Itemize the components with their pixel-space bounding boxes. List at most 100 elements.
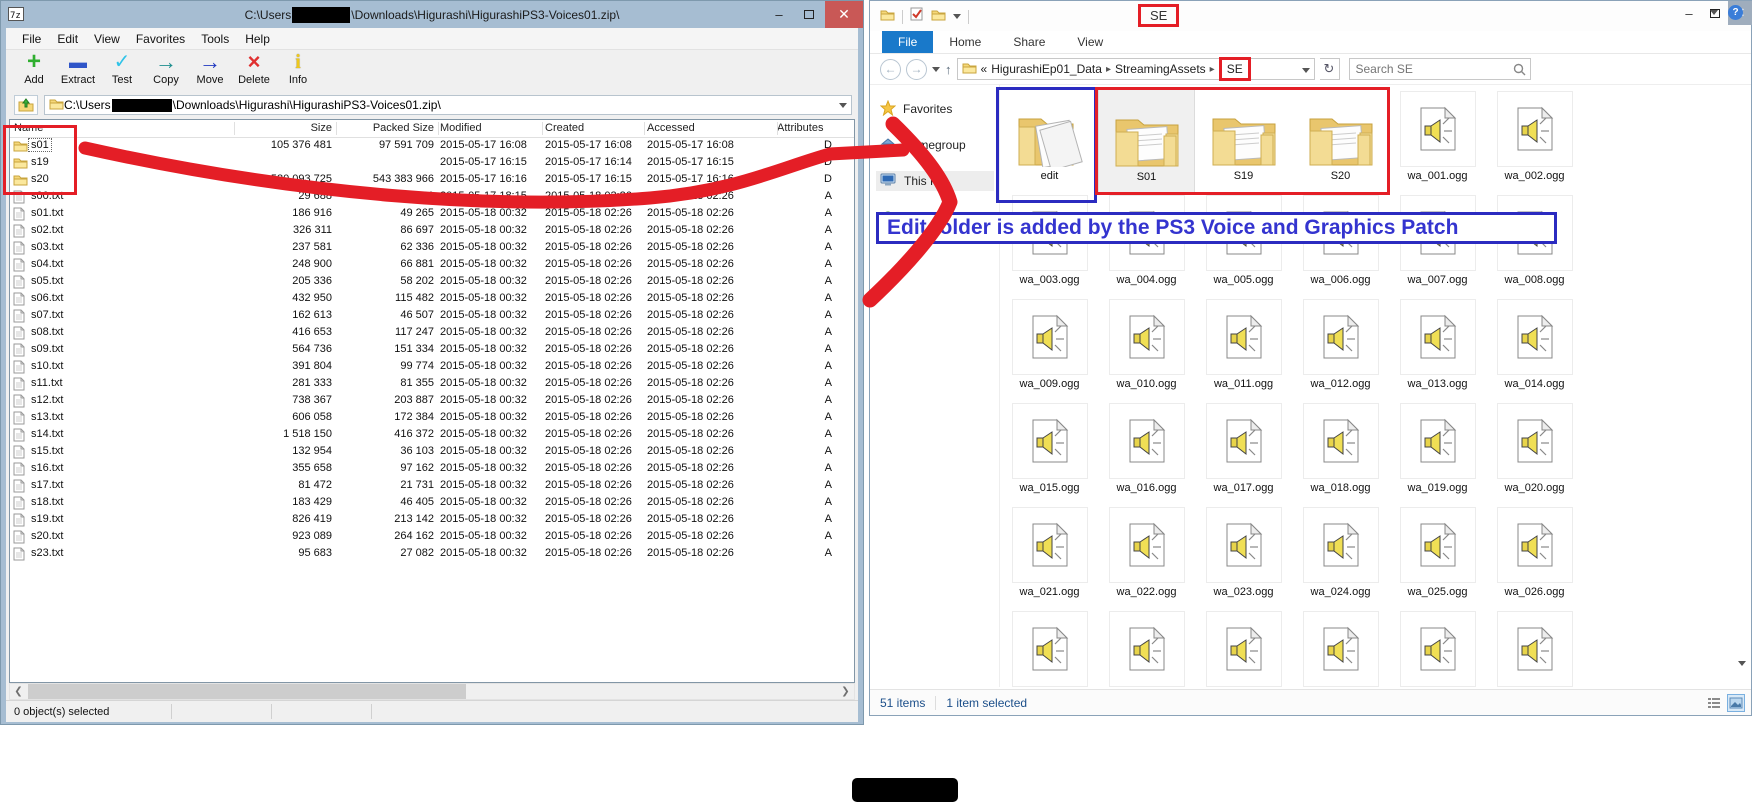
file-tile-wa_013[interactable]: wa_013.ogg: [1389, 297, 1486, 401]
add-button[interactable]: +Add: [14, 50, 54, 86]
menu-item-view[interactable]: View: [86, 30, 128, 48]
table-row[interactable]: s01105 376 48197 591 7092015-05-17 16:08…: [10, 138, 854, 155]
table-row[interactable]: s05.txt205 33658 2022015-05-18 00:322015…: [10, 274, 854, 291]
sidebar-item-this-pc[interactable]: This PC: [876, 171, 994, 191]
file-tile-wa_018[interactable]: wa_018.ogg: [1292, 401, 1389, 505]
column-separator[interactable]: [234, 122, 235, 135]
sidebar-item-homegroup[interactable]: Homegroup: [876, 135, 970, 155]
file-tile-wa_021[interactable]: wa_021.ogg: [1001, 505, 1098, 609]
column-separator[interactable]: [777, 122, 778, 135]
extract-button[interactable]: ▬Extract: [58, 50, 98, 86]
folder-tile-S20[interactable]: S20: [1292, 89, 1389, 193]
menu-item-help[interactable]: Help: [237, 30, 278, 48]
file-tile-partial[interactable]: [1389, 609, 1486, 689]
table-row[interactable]: s07.txt162 61346 5072015-05-18 00:322015…: [10, 308, 854, 325]
breadcrumb-collapse[interactable]: «: [981, 62, 988, 76]
menu-item-favorites[interactable]: Favorites: [128, 30, 193, 48]
table-row[interactable]: s18.txt183 42946 4052015-05-18 00:322015…: [10, 495, 854, 512]
table-row[interactable]: s02.txt326 31186 6972015-05-18 00:322015…: [10, 223, 854, 240]
folder-tile-edit[interactable]: edit: [1001, 89, 1098, 193]
table-row[interactable]: s06.txt432 950115 4822015-05-18 00:32201…: [10, 291, 854, 308]
column-header-packed-size[interactable]: Packed Size: [310, 122, 434, 134]
recent-locations-chevron-icon[interactable]: [932, 67, 940, 72]
file-tile-wa_008[interactable]: wa_008.ogg: [1486, 193, 1583, 297]
up-folder-button[interactable]: [14, 95, 38, 115]
table-row[interactable]: s00.txt29 6881 5612015-05-17 18:152015-0…: [10, 189, 854, 206]
breadcrumb-se[interactable]: SE: [1227, 62, 1243, 76]
tab-view[interactable]: View: [1061, 31, 1119, 53]
file-tile-wa_003[interactable]: wa_003.ogg: [1001, 193, 1098, 297]
folder-tile-S19[interactable]: S19: [1195, 89, 1292, 193]
minimize-button[interactable]: –: [1676, 1, 1702, 25]
tab-home[interactable]: Home: [933, 31, 997, 53]
menu-item-tools[interactable]: Tools: [193, 30, 237, 48]
file-tile-wa_022[interactable]: wa_022.ogg: [1098, 505, 1195, 609]
details-view-icon[interactable]: [1705, 694, 1723, 712]
properties-icon[interactable]: [910, 7, 924, 26]
table-row[interactable]: s04.txt248 90066 8812015-05-18 00:322015…: [10, 257, 854, 274]
sevenzip-titlebar[interactable]: 7z C:\Users\Downloads\Higurashi\Higurash…: [1, 1, 863, 28]
search-input[interactable]: [1350, 59, 1530, 79]
column-header-accessed[interactable]: Accessed: [647, 122, 695, 134]
file-tile-wa_005[interactable]: wa_005.ogg: [1195, 193, 1292, 297]
table-row[interactable]: s03.txt237 58162 3362015-05-18 00:322015…: [10, 240, 854, 257]
file-tile-partial[interactable]: [1292, 609, 1389, 689]
up-button[interactable]: ↑: [945, 62, 952, 77]
column-separator[interactable]: [644, 122, 645, 135]
back-button[interactable]: ←: [880, 59, 901, 80]
scroll-down-arrow[interactable]: [1738, 653, 1746, 671]
table-row[interactable]: s16.txt355 65897 1622015-05-18 00:322015…: [10, 461, 854, 478]
file-tile-wa_011[interactable]: wa_011.ogg: [1195, 297, 1292, 401]
scroll-left-arrow[interactable]: ❮: [10, 684, 27, 699]
folder-tile-S01[interactable]: S01: [1098, 89, 1195, 193]
new-folder-icon[interactable]: [931, 8, 946, 26]
copy-button[interactable]: →Copy: [146, 50, 186, 86]
address-dropdown-button[interactable]: [1302, 62, 1310, 76]
help-icon[interactable]: ?: [1728, 5, 1743, 20]
file-tile-wa_009[interactable]: wa_009.ogg: [1001, 297, 1098, 401]
file-tile-wa_023[interactable]: wa_023.ogg: [1195, 505, 1292, 609]
combobox-dropdown-button[interactable]: [834, 96, 851, 114]
file-tile-wa_012[interactable]: wa_012.ogg: [1292, 297, 1389, 401]
folder-icon[interactable]: [880, 8, 895, 26]
menu-item-edit[interactable]: Edit: [49, 30, 86, 48]
file-tile-wa_001[interactable]: wa_001.ogg: [1389, 89, 1486, 193]
table-row[interactable]: s15.txt132 95436 1032015-05-18 00:322015…: [10, 444, 854, 461]
file-tile-partial[interactable]: [1195, 609, 1292, 689]
qat-customize-chevron-icon[interactable]: [953, 14, 961, 19]
table-row[interactable]: s01.txt186 91649 2652015-05-18 00:322015…: [10, 206, 854, 223]
file-tile-wa_020[interactable]: wa_020.ogg: [1486, 401, 1583, 505]
scroll-right-arrow[interactable]: ❯: [837, 684, 854, 699]
table-row[interactable]: s11.txt281 33381 3552015-05-18 00:322015…: [10, 376, 854, 393]
explorer-titlebar[interactable]: SE – ✕: [870, 1, 1751, 31]
sidebar-item-favorites[interactable]: Favorites: [876, 99, 956, 119]
file-tile-wa_025[interactable]: wa_025.ogg: [1389, 505, 1486, 609]
table-row[interactable]: s09.txt564 736151 3342015-05-18 00:32201…: [10, 342, 854, 359]
column-header-created[interactable]: Created: [545, 122, 584, 134]
file-tile-wa_014[interactable]: wa_014.ogg: [1486, 297, 1583, 401]
scrollbar-thumb[interactable]: [28, 684, 466, 699]
sidebar-item-network[interactable]: Network: [876, 209, 951, 229]
column-header-attributes[interactable]: Attributes: [777, 122, 823, 134]
file-tile-wa_019[interactable]: wa_019.ogg: [1389, 401, 1486, 505]
table-row[interactable]: s10.txt391 80499 7742015-05-18 00:322015…: [10, 359, 854, 376]
horizontal-scrollbar[interactable]: ❮ ❯: [9, 683, 855, 700]
close-button[interactable]: ✕: [825, 1, 863, 28]
table-row[interactable]: s19.txt826 419213 1422015-05-18 00:32201…: [10, 512, 854, 529]
file-tile-partial[interactable]: [1098, 609, 1195, 689]
large-icons-view-icon[interactable]: [1727, 694, 1745, 712]
search-box[interactable]: [1349, 58, 1531, 80]
move-button[interactable]: →Move: [190, 50, 230, 86]
column-separator[interactable]: [542, 122, 543, 135]
table-row[interactable]: s13.txt606 058172 3842015-05-18 00:32201…: [10, 410, 854, 427]
refresh-button[interactable]: ↻: [1320, 58, 1340, 80]
file-tile-wa_016[interactable]: wa_016.ogg: [1098, 401, 1195, 505]
column-separator[interactable]: [438, 122, 439, 135]
table-row[interactable]: s192015-05-17 16:152015-05-17 16:142015-…: [10, 155, 854, 172]
menu-item-file[interactable]: File: [14, 30, 49, 48]
table-row[interactable]: s23.txt95 68327 0822015-05-18 00:322015-…: [10, 546, 854, 563]
test-button[interactable]: ✓Test: [102, 50, 142, 86]
file-tile-wa_002[interactable]: wa_002.ogg: [1486, 89, 1583, 193]
column-header-name[interactable]: Name: [14, 122, 43, 134]
tab-file[interactable]: File: [882, 31, 933, 53]
